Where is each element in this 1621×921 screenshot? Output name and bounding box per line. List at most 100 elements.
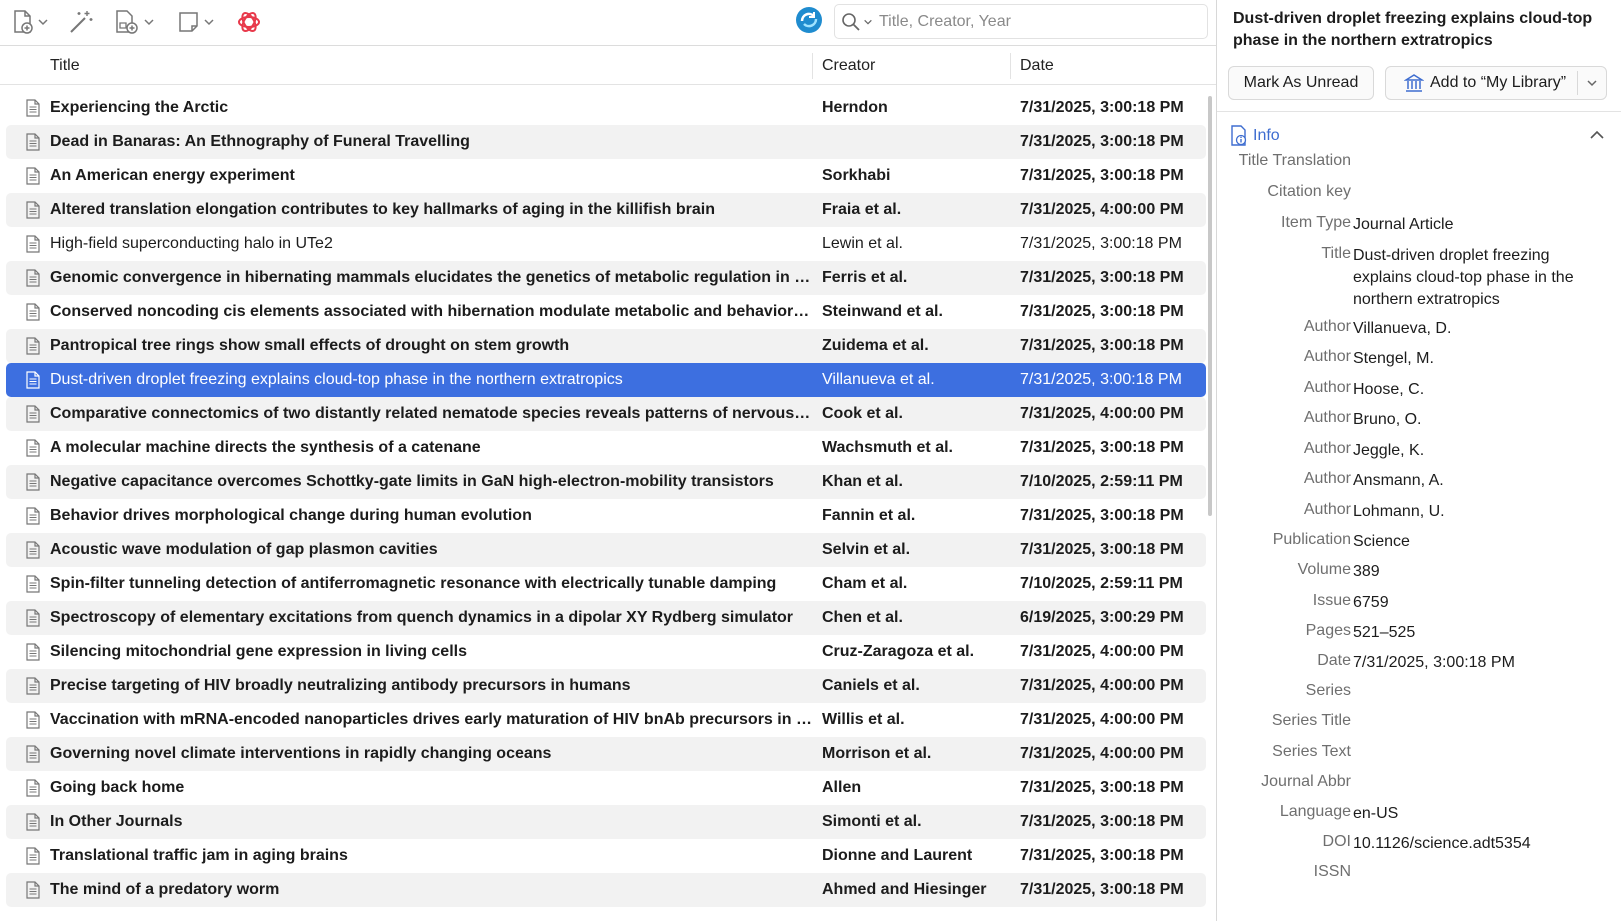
field-value[interactable]: Dust-driven droplet freezing explains cl… — [1353, 245, 1605, 311]
column-header-title[interactable]: Title — [50, 47, 80, 85]
field-value[interactable]: Journal Article — [1353, 214, 1605, 236]
row-creator: Fannin et al. — [822, 507, 916, 524]
field-label: Item Type — [1281, 214, 1351, 231]
row-date: 7/31/2025, 4:00:00 PM — [1020, 643, 1184, 660]
add-by-identifier-button[interactable] — [68, 8, 94, 36]
field-label: Author — [1303, 501, 1351, 518]
add-attachment-button[interactable] — [114, 8, 155, 36]
items-list: Experiencing the Arctic Herndon 7/31/2025,… — [6, 91, 1206, 921]
scrollbar[interactable] — [1208, 96, 1212, 516]
sync-button[interactable] — [794, 6, 824, 34]
search-icon — [842, 12, 860, 31]
field-label: Language — [1279, 803, 1351, 820]
table-row[interactable]: Dead in Banaras: An Ethnography of Funer… — [6, 125, 1206, 159]
table-row[interactable]: Translational traffic jam in aging brain… — [6, 839, 1206, 873]
field-label: Author — [1303, 318, 1351, 335]
field-value[interactable]: 389 — [1353, 561, 1605, 583]
table-row[interactable]: Comparative connectomics of two distantl… — [6, 397, 1206, 431]
info-section-label: Info — [1253, 127, 1280, 144]
field-value[interactable]: Bruno, O. — [1353, 409, 1605, 431]
row-creator: Villanueva et al. — [822, 371, 935, 388]
row-creator: Cham et al. — [822, 575, 908, 592]
mark-as-unread-button[interactable]: Mark As Unread — [1228, 66, 1374, 100]
table-row[interactable]: Governing novel climate interventions in… — [6, 737, 1206, 771]
document-icon — [26, 881, 40, 899]
column-divider[interactable] — [1010, 53, 1011, 79]
table-row[interactable]: Genomic convergence in hibernating mamma… — [6, 261, 1206, 295]
table-row[interactable]: Spectroscopy of elementary excitations f… — [6, 601, 1206, 635]
row-date: 7/31/2025, 3:00:18 PM — [1020, 881, 1184, 898]
row-date: 7/10/2025, 2:59:11 PM — [1020, 473, 1183, 490]
table-row[interactable]: Experiencing the Arctic Herndon 7/31/2025,… — [6, 91, 1206, 125]
document-icon — [26, 133, 40, 151]
table-row[interactable]: In Other Journals Simonti et al. 7/31/2025… — [6, 805, 1206, 839]
field-value[interactable]: en-US — [1353, 803, 1605, 825]
column-divider[interactable] — [812, 53, 813, 79]
field-value[interactable]: 521–525 — [1353, 622, 1605, 644]
table-row[interactable]: Acoustic wave modulation of gap plasmon … — [6, 533, 1206, 567]
table-row[interactable]: An American energy experiment Sorkhabi 7/3… — [6, 159, 1206, 193]
field-value[interactable]: 6759 — [1353, 592, 1605, 614]
column-header-date[interactable]: Date — [1020, 47, 1054, 85]
chevron-up-icon[interactable] — [1589, 129, 1605, 141]
field-value[interactable]: Lohmann, U. — [1353, 501, 1605, 523]
row-title: Spectroscopy of elementary excitations f… — [50, 609, 794, 626]
field-value[interactable]: 7/31/2025, 3:00:18 PM — [1353, 652, 1605, 674]
table-row[interactable]: High-field superconducting halo in UTe2 L… — [6, 227, 1206, 261]
info-section-header[interactable]: Info — [1229, 121, 1609, 151]
new-item-icon — [14, 10, 33, 34]
row-date: 7/10/2025, 2:59:11 PM — [1020, 575, 1183, 592]
field-value[interactable]: Jeggle, K. — [1353, 440, 1605, 462]
document-icon — [26, 813, 40, 831]
document-icon — [26, 167, 40, 185]
chevron-down-icon — [144, 19, 154, 26]
row-date: 7/31/2025, 3:00:18 PM — [1020, 541, 1184, 558]
table-row[interactable]: Going back home Allen 7/31/2025, 3:00:18 P… — [6, 771, 1206, 805]
row-title: Behavior drives morphological change dur… — [50, 507, 532, 524]
row-title: Silencing mitochondrial gene expression … — [50, 643, 467, 660]
table-row[interactable]: Behavior drives morphological change dur… — [6, 499, 1206, 533]
table-row[interactable]: The mind of a predatory worm Ahmed and Hi… — [6, 873, 1206, 907]
field-label: Series Title — [1271, 712, 1351, 729]
row-date: 7/31/2025, 4:00:00 PM — [1020, 677, 1184, 694]
row-title: Vaccination with mRNA-encoded nanopartic… — [50, 711, 812, 728]
field-label: Citation key — [1267, 183, 1351, 200]
table-row[interactable]: Negative capacitance overcomes Schottky-… — [6, 465, 1206, 499]
new-item-button[interactable] — [12, 8, 49, 36]
table-row[interactable]: Altered translation elongation contribut… — [6, 193, 1206, 227]
field-label: Pages — [1305, 622, 1351, 639]
field-label: Author — [1303, 379, 1351, 396]
field-label: Title Translation — [1238, 152, 1351, 169]
search-mode-button[interactable] — [841, 12, 873, 32]
new-note-button[interactable] — [178, 8, 215, 36]
magic-wand-icon — [70, 11, 93, 33]
add-to-library-button[interactable]: Add to “My Library” — [1385, 66, 1607, 100]
field-value[interactable]: 10.1126/science.adt5354 — [1353, 833, 1605, 855]
table-row[interactable]: Precise targeting of HIV broadly neutral… — [6, 669, 1206, 703]
field-value[interactable]: Hoose, C. — [1353, 379, 1605, 401]
table-row[interactable]: Spin-filter tunneling detection of antif… — [6, 567, 1206, 601]
table-row[interactable]: Vaccination with mRNA-encoded nanopartic… — [6, 703, 1206, 737]
row-date: 7/31/2025, 3:00:18 PM — [1020, 235, 1182, 252]
row-title: Genomic convergence in hibernating mamma… — [50, 269, 812, 286]
field-value[interactable]: Ansmann, A. — [1353, 470, 1605, 492]
document-icon — [26, 847, 40, 865]
item-pane-title: Dust-driven droplet freezing explains cl… — [1233, 10, 1593, 49]
row-date: 7/31/2025, 3:00:18 PM — [1020, 779, 1184, 796]
table-row[interactable]: Pantropical tree rings show small effect… — [6, 329, 1206, 363]
table-row[interactable]: A molecular machine directs the synthesi… — [6, 431, 1206, 465]
table-row[interactable]: Silencing mitochondrial gene expression … — [6, 635, 1206, 669]
ai-assistant-button[interactable] — [236, 8, 262, 36]
chevron-down-icon[interactable] — [1586, 77, 1598, 89]
table-row[interactable]: Conserved noncoding cis elements associa… — [6, 295, 1206, 329]
column-header-creator[interactable]: Creator — [822, 47, 875, 85]
search-input[interactable] — [879, 12, 1179, 31]
table-row-selected[interactable]: Dust-driven droplet freezing explains cl… — [6, 363, 1206, 397]
field-value[interactable]: Science — [1353, 531, 1605, 553]
field-value[interactable]: Villanueva, D. — [1353, 318, 1605, 340]
row-creator: Ferris et al. — [822, 269, 908, 286]
field-value[interactable]: Stengel, M. — [1353, 348, 1605, 370]
row-creator: Sorkhabi — [822, 167, 891, 184]
toolbar — [0, 0, 1216, 46]
row-creator: Steinwand et al. — [822, 303, 943, 320]
